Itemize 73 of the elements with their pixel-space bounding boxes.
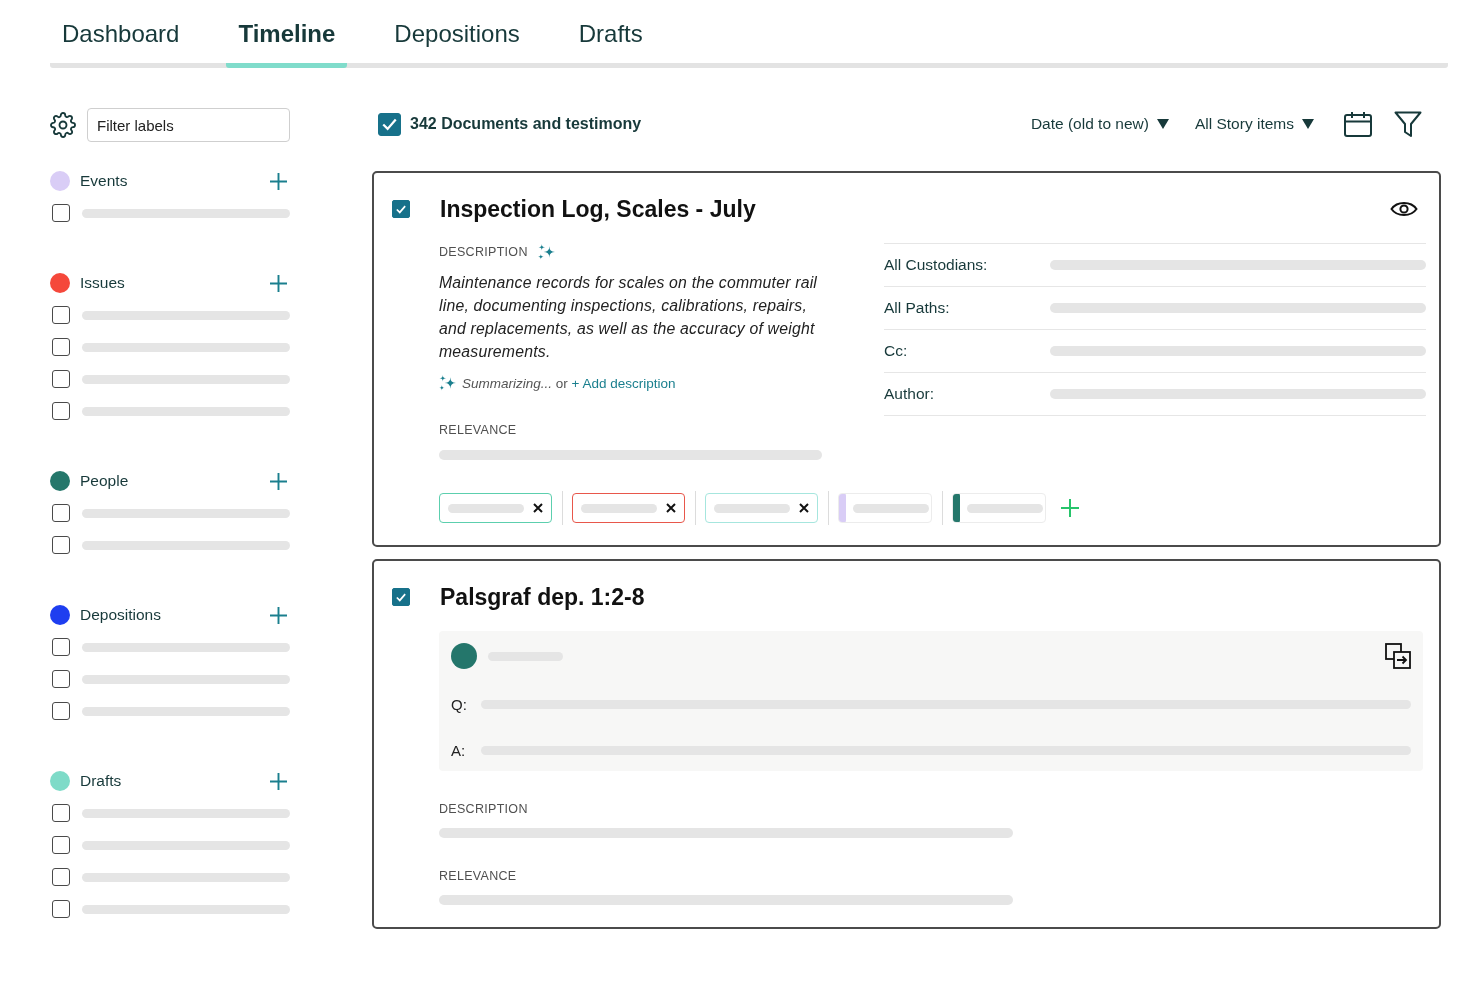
checkbox[interactable] <box>52 536 70 554</box>
plus-icon <box>270 472 287 490</box>
section-label: DESCRIPTION <box>439 801 529 818</box>
caret-icon <box>1156 119 1169 129</box>
plus-icon <box>1061 499 1079 517</box>
check-icon <box>396 204 406 214</box>
add-label-button[interactable] <box>270 772 287 790</box>
plus-icon <box>270 772 287 790</box>
plus-icon <box>270 172 287 190</box>
checkbox[interactable] <box>52 338 70 356</box>
close-icon[interactable] <box>666 503 676 513</box>
checkbox[interactable] <box>52 504 70 522</box>
checkbox[interactable] <box>52 836 70 854</box>
check-icon <box>382 117 397 131</box>
section-label: RELEVANCE <box>439 868 518 885</box>
group-label: Events <box>80 172 128 190</box>
group-label: Issues <box>80 274 125 292</box>
checkbox[interactable] <box>52 204 70 222</box>
tab[interactable]: Dashboard <box>50 12 192 68</box>
tab[interactable]: Depositions <box>382 12 532 68</box>
add-label-button[interactable] <box>270 606 287 624</box>
checkbox[interactable] <box>52 702 70 720</box>
field-label: All Custodians: <box>884 256 989 274</box>
checkbox[interactable] <box>392 588 410 606</box>
filter-input[interactable]: Filter labels <box>87 108 290 142</box>
plus-icon <box>270 274 287 292</box>
calendar-icon[interactable] <box>1344 111 1372 137</box>
checkbox[interactable] <box>52 900 70 918</box>
filter-icon[interactable] <box>1394 110 1422 138</box>
close-icon[interactable] <box>799 503 809 513</box>
tag-chip[interactable] <box>572 493 685 523</box>
checkbox[interactable] <box>378 112 401 136</box>
qa-label: Q: <box>451 695 468 713</box>
sparkle-icon <box>439 375 456 391</box>
summary-status: Summarizing... or + Add description <box>462 375 676 391</box>
card-title: Inspection Log, Scales - July <box>440 195 756 223</box>
checkbox[interactable] <box>52 868 70 886</box>
checkbox[interactable] <box>52 306 70 324</box>
tab[interactable]: Drafts <box>566 12 655 68</box>
avatar-icon <box>451 643 477 669</box>
sparkle-icon <box>537 244 555 260</box>
checkbox[interactable] <box>52 804 70 822</box>
checkbox[interactable] <box>52 402 70 420</box>
eye-icon[interactable] <box>1390 199 1418 219</box>
square-arrow-icon[interactable] <box>1385 643 1411 669</box>
section-label: DESCRIPTION <box>439 244 528 261</box>
plus-icon <box>270 606 287 624</box>
card-title: Palsgraf dep. 1:2-8 <box>440 583 645 611</box>
checkbox[interactable] <box>392 200 410 218</box>
sort-dropdown[interactable]: Date (old to new) <box>1030 115 1169 133</box>
result-count-label: 342 Documents and testimony <box>410 115 642 133</box>
add-label-button[interactable] <box>270 472 287 490</box>
add-label-button[interactable] <box>270 172 287 190</box>
group-label: People <box>80 472 129 490</box>
add-description-link[interactable]: + Add description <box>571 375 676 391</box>
checkbox[interactable] <box>52 638 70 656</box>
field-label: Cc: <box>884 342 909 360</box>
item-type-dropdown[interactable]: All Story items <box>1194 115 1314 133</box>
group-label: Drafts <box>80 772 122 790</box>
description-text: Maintenance records for scales on the commuter rail line, documenting inspections, calibrations, repairs, and replacements, as well as the accuracy of weight measurements. <box>439 273 819 362</box>
add-label-button[interactable] <box>270 274 287 292</box>
caret-icon <box>1302 119 1314 129</box>
qa-label: A: <box>451 741 467 759</box>
field-label: Author: <box>884 385 935 403</box>
checkbox[interactable] <box>52 670 70 688</box>
group-label: Depositions <box>80 606 161 624</box>
check-icon <box>396 592 406 602</box>
checkbox[interactable] <box>52 370 70 388</box>
close-icon[interactable] <box>533 503 543 513</box>
field-label: All Paths: <box>884 299 951 317</box>
tab[interactable]: Timeline <box>226 12 348 68</box>
section-label: RELEVANCE <box>439 422 518 439</box>
settings-icon[interactable] <box>50 112 76 138</box>
